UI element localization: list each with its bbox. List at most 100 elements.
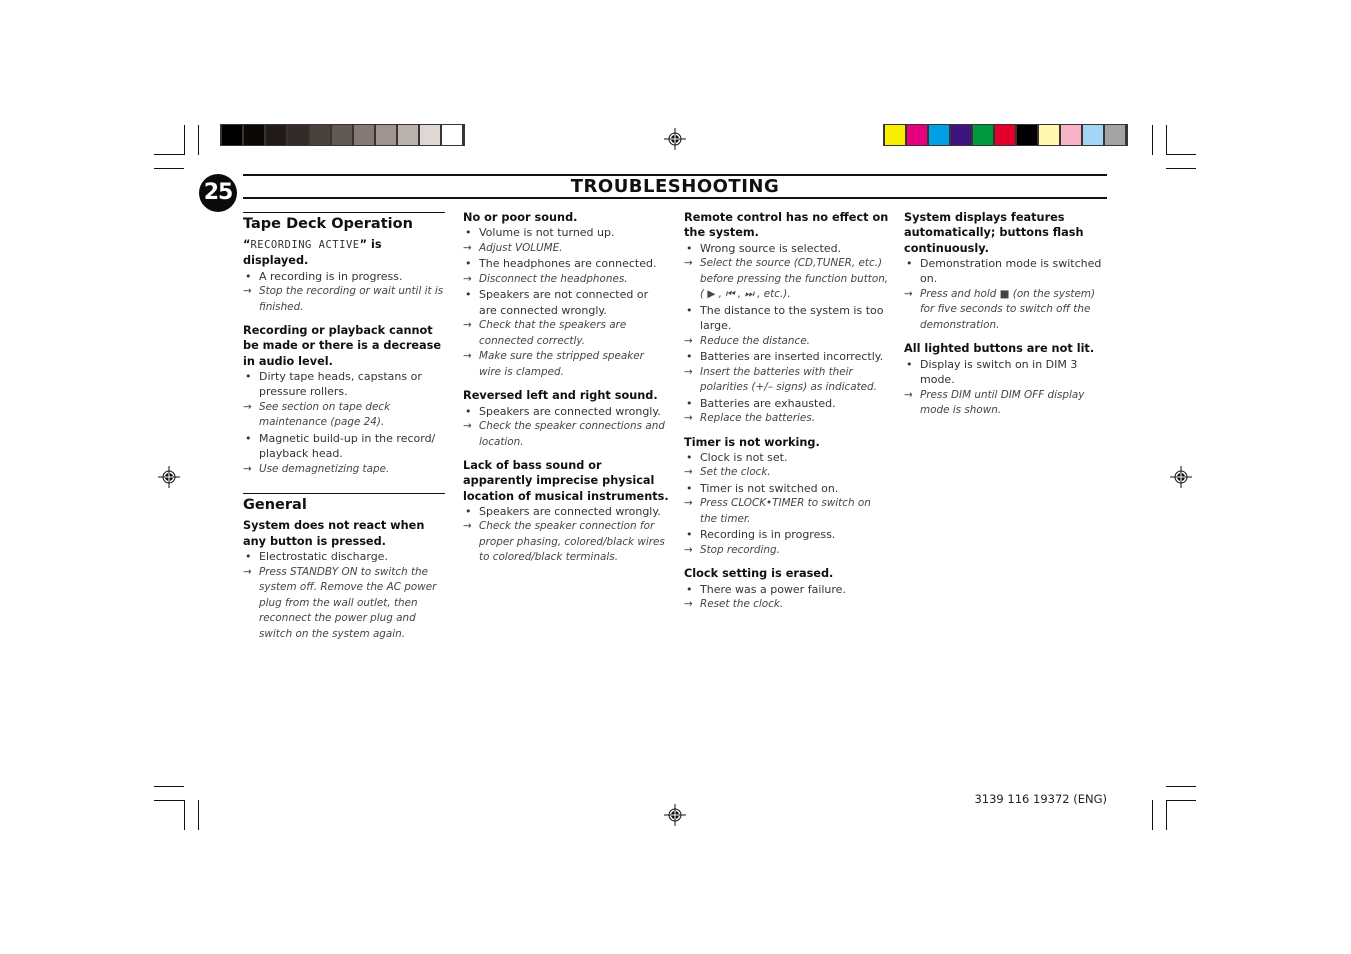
arrow-right-icon: → <box>684 543 693 556</box>
arrow-right-icon: → <box>463 241 472 254</box>
color-swatch <box>995 125 1015 145</box>
remedy-item: → Set the clock. <box>684 465 890 481</box>
remedy-item: → Use demagnetizing tape. <box>243 462 445 478</box>
color-calibration-strip <box>883 124 1128 146</box>
problem-heading: System displays features automatically; … <box>904 211 1084 255</box>
remedy-item: → Press CLOCK•TIMER to switch on the time… <box>684 496 890 527</box>
color-swatch <box>907 125 927 145</box>
remedy-item: → Check the speaker connection for proper… <box>463 519 669 566</box>
page-number-badge: 25 <box>199 174 237 212</box>
remedy-text: Check the speaker connections and locati… <box>479 420 665 448</box>
remedy-item: → Check that the speakers are connected c… <box>463 318 669 349</box>
remedy-text: Press STANDBY ON to switch the system of… <box>259 565 437 640</box>
arrow-right-icon: → <box>684 466 693 479</box>
remedy-item: → See section on tape deck maintenance (p… <box>243 400 445 431</box>
problem-heading: Remote control has no effect on the syst… <box>684 211 889 240</box>
lcd-display-text: RECORDING ACTIVE <box>250 239 360 251</box>
problem-heading: Lack of bass sound or apparently impreci… <box>463 459 669 503</box>
cause-item: • Speakers are connected wrongly. <box>463 504 669 520</box>
color-swatch <box>266 125 286 145</box>
cause-item: • The distance to the system is too large… <box>684 303 890 334</box>
arrow-right-icon: → <box>463 520 472 533</box>
arrow-right-icon: → <box>684 365 693 378</box>
cause-text: Dirty tape heads, capstans or pressure r… <box>259 369 422 399</box>
color-swatch <box>929 125 949 145</box>
cause-text: Magnetic build-up in the record/ playbac… <box>259 431 436 461</box>
troubleshooting-entry: No or poor sound. • Volume is not turned u… <box>463 210 669 380</box>
cause-text: Volume is not turned up. <box>479 226 615 240</box>
bullet-icon: • <box>465 226 472 240</box>
bullet-icon: • <box>686 481 693 495</box>
arrow-right-icon: → <box>243 565 252 578</box>
remedy-text: Disconnect the headphones. <box>479 272 628 285</box>
troubleshooting-entry: Tape Deck Operation “RECORDING ACTIVE” is… <box>243 212 445 315</box>
bullet-icon: • <box>245 431 252 445</box>
troubleshooting-entry: All lighted buttons are not lit. • Display… <box>904 341 1110 418</box>
color-swatch <box>885 125 905 145</box>
troubleshooting-entry: Remote control has no effect on the syst… <box>684 210 890 427</box>
cause-text: Speakers are not connected or are connec… <box>479 288 649 317</box>
arrow-right-icon: → <box>463 272 472 285</box>
grayscale-calibration-strip <box>220 124 465 146</box>
section-heading: General <box>243 493 445 514</box>
arrow-right-icon: → <box>243 285 252 298</box>
color-swatch <box>398 125 418 145</box>
remedy-text: Stop recording. <box>700 543 780 556</box>
color-swatch <box>1083 125 1103 145</box>
cause-item: • Magnetic build-up in the record/ playba… <box>243 431 445 462</box>
cause-item: • Electrostatic discharge. <box>243 549 445 565</box>
remedy-item: → Disconnect the headphones. <box>463 272 669 288</box>
arrow-right-icon: → <box>684 497 693 510</box>
bullet-icon: • <box>686 582 693 596</box>
bullet-icon: • <box>465 504 472 518</box>
remedy-text: Insert the batteries with their polariti… <box>700 365 877 394</box>
arrow-right-icon: → <box>684 257 693 270</box>
cause-item: • A recording is in progress. <box>243 269 445 285</box>
registration-mark-icon <box>158 466 180 488</box>
arrow-right-icon: → <box>904 287 913 300</box>
bullet-icon: • <box>465 257 472 271</box>
cause-text: Wrong source is selected. <box>700 241 842 255</box>
remedy-text: Adjust VOLUME. <box>479 241 563 254</box>
color-swatch <box>951 125 971 145</box>
arrow-right-icon: → <box>684 598 693 611</box>
registration-mark-icon <box>1170 466 1192 488</box>
remedy-item: → Press STANDBY ON to switch the system o… <box>243 565 445 643</box>
cause-item: • Display is switch on in DIM 3 mode. <box>904 357 1110 388</box>
color-swatch <box>1017 125 1037 145</box>
remedy-text: Check that the speakers are connected co… <box>479 319 627 347</box>
cause-item: • Timer is not switched on. <box>684 481 890 497</box>
cause-text: The headphones are connected. <box>479 257 657 271</box>
cause-text: There was a power failure. <box>700 582 846 596</box>
remedy-text: See section on tape deck maintenance (pa… <box>259 400 391 429</box>
arrow-right-icon: → <box>463 319 472 332</box>
column-4: System displays features automatically; … <box>904 210 1110 427</box>
remedy-item: → Adjust VOLUME. <box>463 241 669 257</box>
arrow-right-icon: → <box>684 334 693 347</box>
bullet-icon: • <box>906 357 913 371</box>
problem-heading: No or poor sound. <box>463 211 578 224</box>
remedy-text: Make sure the stripped speaker wire is c… <box>479 350 644 378</box>
color-swatch <box>354 125 374 145</box>
color-swatch <box>332 125 352 145</box>
cause-text: Electrostatic discharge. <box>259 550 388 564</box>
bullet-icon: • <box>245 269 252 283</box>
remedy-item: → Stop the recording or wait until it is … <box>243 284 445 315</box>
remedy-item: → Select the source (CD,TUNER, etc.) befo… <box>684 256 890 303</box>
column-3: Remote control has no effect on the syst… <box>684 210 890 621</box>
remedy-text: Select the source (CD,TUNER, etc.) befor… <box>700 257 889 301</box>
problem-heading: Timer is not working. <box>684 435 820 449</box>
bullet-icon: • <box>686 396 693 410</box>
bullet-icon: • <box>686 350 693 364</box>
arrow-right-icon: → <box>904 388 913 401</box>
remedy-item: → Press and hold ■ (on the system) for fi… <box>904 287 1110 334</box>
column-2: No or poor sound. • Volume is not turned u… <box>463 210 669 574</box>
section-heading: Tape Deck Operation <box>243 212 445 233</box>
problem-heading: Clock setting is erased. <box>684 567 834 581</box>
remedy-text: Press CLOCK•TIMER to switch on the timer… <box>700 497 871 525</box>
cause-text: A recording is in progress. <box>259 269 403 283</box>
remedy-text: Press DIM until DIM OFF display mode is … <box>920 388 1085 417</box>
cause-text: Batteries are inserted incorrectly. <box>700 350 884 364</box>
color-swatch <box>376 125 396 145</box>
remedy-text: Reduce the distance. <box>700 334 810 347</box>
